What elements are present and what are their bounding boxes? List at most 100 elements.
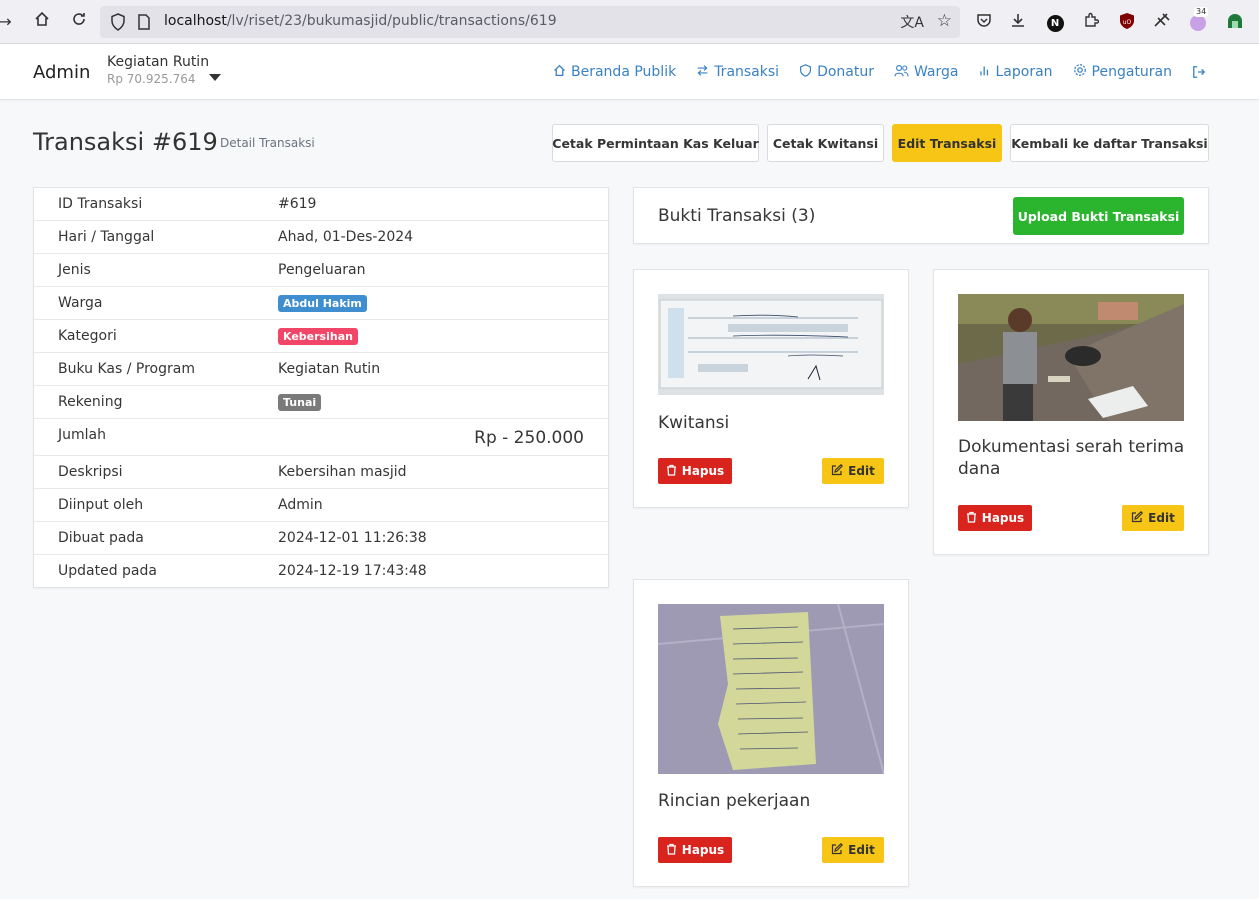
url-path: /lv/riset/23/bukumasjid/public/transacti… bbox=[226, 13, 557, 29]
nav-link-label: Transaksi bbox=[714, 64, 780, 80]
container-tab-icon[interactable] bbox=[1225, 12, 1245, 32]
users-icon bbox=[894, 64, 909, 81]
shield-icon[interactable] bbox=[110, 13, 126, 35]
nav-link-label: Warga bbox=[913, 64, 959, 80]
delete-label: Hapus bbox=[681, 843, 725, 857]
profile-extension-icon[interactable]: 34 bbox=[1188, 7, 1209, 32]
row-value: Kebersihan masjid bbox=[278, 464, 407, 480]
ublock-icon[interactable]: uO bbox=[1117, 12, 1137, 32]
account-tag-cell: Tunai bbox=[278, 394, 322, 411]
table-row: Kategori Kebersihan bbox=[34, 320, 608, 353]
row-value: Ahad, 01-Des-2024 bbox=[278, 229, 414, 245]
print-receipt-button[interactable]: Cetak Kwitansi bbox=[767, 124, 884, 162]
evidence-caption: Dokumentasi serah terima dana bbox=[958, 437, 1185, 479]
handover-photo[interactable] bbox=[958, 294, 1184, 421]
evidence-title: Bukti Transaksi (3) bbox=[658, 206, 816, 226]
upload-evidence-button[interactable]: Upload Bukti Transaksi bbox=[1013, 197, 1184, 235]
amount-value: Rp - 250.000 bbox=[474, 428, 584, 448]
delete-evidence-button[interactable]: Hapus bbox=[958, 505, 1032, 531]
page-icon[interactable] bbox=[137, 14, 151, 34]
account-tag[interactable]: Tunai bbox=[278, 394, 322, 411]
row-value: 2024-12-19 17:43:48 bbox=[278, 563, 427, 579]
forward-icon[interactable]: → bbox=[0, 11, 16, 33]
trash-icon bbox=[666, 843, 677, 858]
edit-evidence-button[interactable]: Edit bbox=[822, 837, 884, 863]
logout-icon[interactable] bbox=[1192, 63, 1206, 81]
url-bar[interactable]: localhost/lv/riset/23/bukumasjid/public/… bbox=[100, 6, 960, 38]
category-tag[interactable]: Kebersihan bbox=[278, 328, 358, 345]
row-value: Kegiatan Rutin bbox=[278, 361, 381, 377]
tools-extension-icon[interactable] bbox=[1152, 12, 1172, 32]
edit-evidence-button[interactable]: Edit bbox=[822, 458, 884, 484]
row-label: Dibuat pada bbox=[58, 530, 144, 546]
table-row: Hari / Tanggal Ahad, 01-Des-2024 bbox=[34, 221, 608, 254]
delete-evidence-button[interactable]: Hapus bbox=[658, 837, 732, 863]
extensions-icon[interactable] bbox=[1081, 12, 1101, 32]
row-label: Deskripsi bbox=[58, 464, 123, 480]
pocket-icon[interactable] bbox=[974, 12, 994, 32]
row-label: Diinput oleh bbox=[58, 497, 144, 513]
table-row: Dibuat pada 2024-12-01 11:26:38 bbox=[34, 522, 608, 555]
receipt-image[interactable] bbox=[658, 294, 884, 395]
transaction-detail-table: ID Transaksi #619 Hari / Tanggal Ahad, 0… bbox=[33, 187, 609, 588]
table-row: ID Transaksi #619 bbox=[34, 188, 608, 221]
brand-label[interactable]: Admin bbox=[33, 62, 90, 83]
home-icon[interactable] bbox=[31, 11, 53, 33]
nav-link-label: Pengaturan bbox=[1091, 64, 1173, 80]
table-row: Updated pada 2024-12-19 17:43:48 bbox=[34, 555, 608, 588]
nav-link-pengaturan[interactable]: Pengaturan bbox=[1073, 63, 1172, 81]
nav-link-label: Donatur bbox=[817, 64, 874, 80]
warga-tag[interactable]: Abdul Hakim bbox=[278, 295, 367, 312]
nav-link-beranda-publik[interactable]: Beranda Publik bbox=[553, 63, 676, 81]
evidence-card: Dokumentasi serah terima dana Hapus Edit bbox=[933, 269, 1209, 555]
translate-icon[interactable]: 文A bbox=[900, 12, 924, 32]
book-switcher[interactable]: Kegiatan Rutin Rp 70.925.764 bbox=[107, 54, 209, 86]
row-label: Rekening bbox=[58, 394, 123, 410]
edit-label: Edit bbox=[1148, 511, 1175, 525]
row-label: Updated pada bbox=[58, 563, 157, 579]
warga-tag-cell: Abdul Hakim bbox=[278, 295, 367, 312]
nav-links: Beranda Publik Transaksi Donatur Warga L… bbox=[553, 63, 1226, 81]
print-cash-out-request-button[interactable]: Cetak Permintaan Kas Keluar bbox=[552, 124, 759, 162]
table-row: Deskripsi Kebersihan masjid bbox=[34, 456, 608, 489]
table-row: Warga Abdul Hakim bbox=[34, 287, 608, 320]
edit-transaction-button[interactable]: Edit Transaksi bbox=[892, 124, 1002, 162]
row-value: Admin bbox=[278, 497, 323, 513]
book-name: Kegiatan Rutin bbox=[107, 54, 210, 70]
row-value: #619 bbox=[278, 196, 317, 212]
evidence-card: Kwitansi Hapus Edit bbox=[633, 269, 909, 508]
nav-link-label: Laporan bbox=[995, 64, 1053, 80]
browser-toolbar: → localhost/lv/riset/23/bukumasjid/publi… bbox=[0, 0, 1259, 44]
nav-link-warga[interactable]: Warga bbox=[894, 63, 959, 81]
nav-link-label: Beranda Publik bbox=[571, 64, 677, 80]
notion-extension-icon[interactable]: N bbox=[1045, 12, 1065, 32]
delete-evidence-button[interactable]: Hapus bbox=[658, 458, 732, 484]
nav-link-transaksi[interactable]: Transaksi bbox=[696, 63, 779, 81]
bookmark-star-icon[interactable]: ☆ bbox=[937, 11, 952, 31]
evidence-header: Bukti Transaksi (3) Upload Bukti Transak… bbox=[633, 187, 1209, 244]
row-value: 2024-12-01 11:26:38 bbox=[278, 530, 427, 546]
nav-link-laporan[interactable]: Laporan bbox=[979, 63, 1053, 81]
nav-link-donatur[interactable]: Donatur bbox=[799, 63, 874, 81]
reload-icon[interactable] bbox=[68, 11, 90, 33]
row-label: Kategori bbox=[58, 328, 117, 344]
edit-label: Edit bbox=[848, 464, 875, 478]
evidence-card: Rincian pekerjaan Hapus Edit bbox=[633, 579, 909, 887]
shield-icon bbox=[799, 63, 812, 81]
url-text: localhost/lv/riset/23/bukumasjid/public/… bbox=[164, 13, 557, 29]
work-details-photo[interactable] bbox=[658, 604, 884, 774]
delete-label: Hapus bbox=[681, 464, 725, 478]
row-label: Jumlah bbox=[58, 427, 106, 443]
table-row: Jenis Pengeluaran bbox=[34, 254, 608, 287]
row-label: Hari / Tanggal bbox=[58, 229, 155, 245]
category-tag-cell: Kebersihan bbox=[278, 328, 358, 345]
table-row: Buku Kas / Program Kegiatan Rutin bbox=[34, 353, 608, 386]
back-to-list-button[interactable]: Kembali ke daftar Transaksi bbox=[1010, 124, 1209, 162]
row-label: Buku Kas / Program bbox=[58, 361, 195, 377]
edit-evidence-button[interactable]: Edit bbox=[1122, 505, 1184, 531]
notification-count-badge: 34 bbox=[1194, 7, 1209, 17]
chevron-down-icon[interactable] bbox=[209, 74, 221, 81]
evidence-caption: Kwitansi bbox=[658, 413, 730, 433]
app-navbar: Admin Kegiatan Rutin Rp 70.925.764 Beran… bbox=[0, 44, 1259, 100]
download-icon[interactable] bbox=[1008, 12, 1028, 32]
